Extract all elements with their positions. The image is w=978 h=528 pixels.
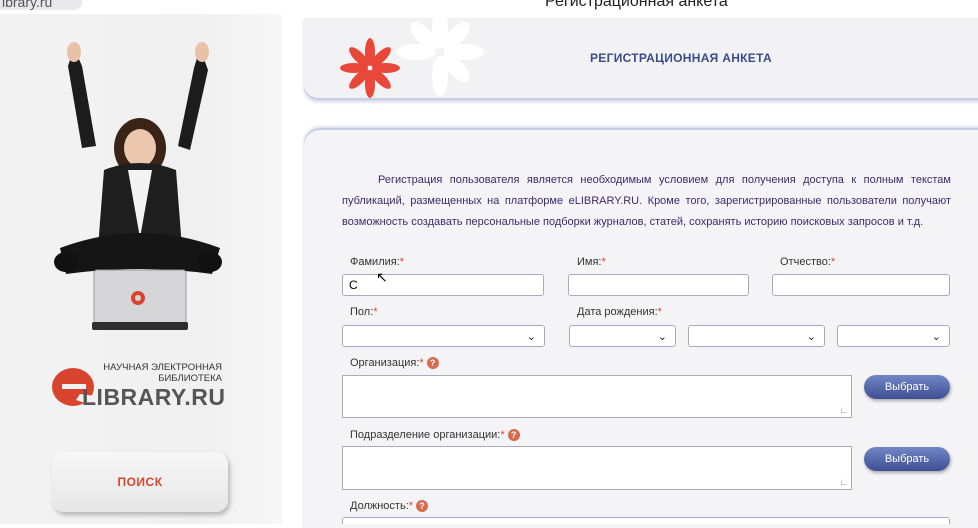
mouse-cursor-icon: ↖ <box>376 269 388 285</box>
birthdate-label-text: Дата рождения: <box>577 306 658 318</box>
gender-label: Пол:* <box>350 306 378 318</box>
resize-grip-icon[interactable]: ∟ <box>839 405 848 415</box>
gender-label-text: Пол: <box>350 306 374 318</box>
intro-paragraph: Регистрация пользователя является необхо… <box>342 174 951 228</box>
required-mark: * <box>657 306 662 318</box>
required-mark: * <box>419 357 424 369</box>
required-mark: * <box>830 256 836 268</box>
required-mark: * <box>408 500 414 512</box>
name-input[interactable] <box>568 274 749 296</box>
logo-wordmark: LIBRARY.RU <box>82 384 226 410</box>
flower-decoration-icon <box>340 18 484 98</box>
organization-textarea[interactable]: ∟ <box>342 375 852 418</box>
department-textarea[interactable]: ∟ <box>342 446 852 490</box>
surname-input[interactable] <box>342 274 544 296</box>
position-label: Должность:*? <box>350 500 429 513</box>
birthdate-label: Дата рождения:* <box>577 306 662 318</box>
logo-caption-line2: БИБЛИОТЕКА <box>158 373 222 384</box>
patronymic-input[interactable] <box>772 274 950 296</box>
department-label-text: Подразделение организации: <box>350 429 501 441</box>
help-icon[interactable]: ? <box>426 357 439 370</box>
chevron-down-icon: ⌄ <box>526 331 536 343</box>
search-button[interactable]: ПОИСК <box>52 452 228 512</box>
resize-grip-icon[interactable]: ∟ <box>839 477 848 487</box>
chevron-down-icon: ⌄ <box>806 331 816 343</box>
page-title: РЕГИСТРАЦИОННАЯ АНКЕТА <box>590 51 772 65</box>
happy-woman-laptop-illustration <box>54 42 222 330</box>
birth-year-select[interactable]: ⌄ <box>837 325 950 347</box>
window-title: Регистрационная анкета <box>545 0 728 10</box>
chevron-down-icon: ⌄ <box>657 331 667 343</box>
name-label: Имя:* <box>577 256 606 268</box>
choose-organization-button[interactable]: Выбрать <box>864 375 950 399</box>
department-label: Подразделение организации:*? <box>350 429 520 442</box>
logo-caption: НАУЧНАЯ ЭЛЕКТРОННАЯ БИБЛИОТЕКА <box>96 362 222 384</box>
birth-day-select[interactable]: ⌄ <box>569 325 676 347</box>
intro-text: Регистрация пользователя является необхо… <box>342 170 951 233</box>
name-label-text: Имя: <box>577 256 602 268</box>
browser-top-strip <box>0 0 978 14</box>
position-input[interactable] <box>342 517 950 524</box>
position-label-text: Должность: <box>350 500 409 512</box>
logo-caption-line1: НАУЧНАЯ ЭЛЕКТРОННАЯ <box>103 362 222 373</box>
required-mark: * <box>399 256 405 268</box>
surname-label-text: Фамилия: <box>350 256 400 268</box>
patronymic-label-text: Отчество: <box>780 256 831 268</box>
required-mark: * <box>601 256 606 268</box>
required-mark: * <box>373 306 378 318</box>
organization-label-text: Организация: <box>350 357 420 369</box>
surname-label: Фамилия:* <box>350 256 404 268</box>
help-icon[interactable]: ? <box>416 500 429 513</box>
patronymic-label: Отчество:* <box>780 256 835 268</box>
birth-month-select[interactable]: ⌄ <box>688 325 825 347</box>
browser-tab[interactable]: ibrary.ru <box>0 0 82 10</box>
gender-select[interactable]: ⌄ <box>342 325 545 347</box>
required-mark: * <box>500 429 505 441</box>
choose-department-button[interactable]: Выбрать <box>864 447 950 471</box>
help-icon[interactable]: ? <box>507 429 520 442</box>
organization-label: Организация:*? <box>350 357 439 370</box>
chevron-down-icon: ⌄ <box>931 331 941 343</box>
